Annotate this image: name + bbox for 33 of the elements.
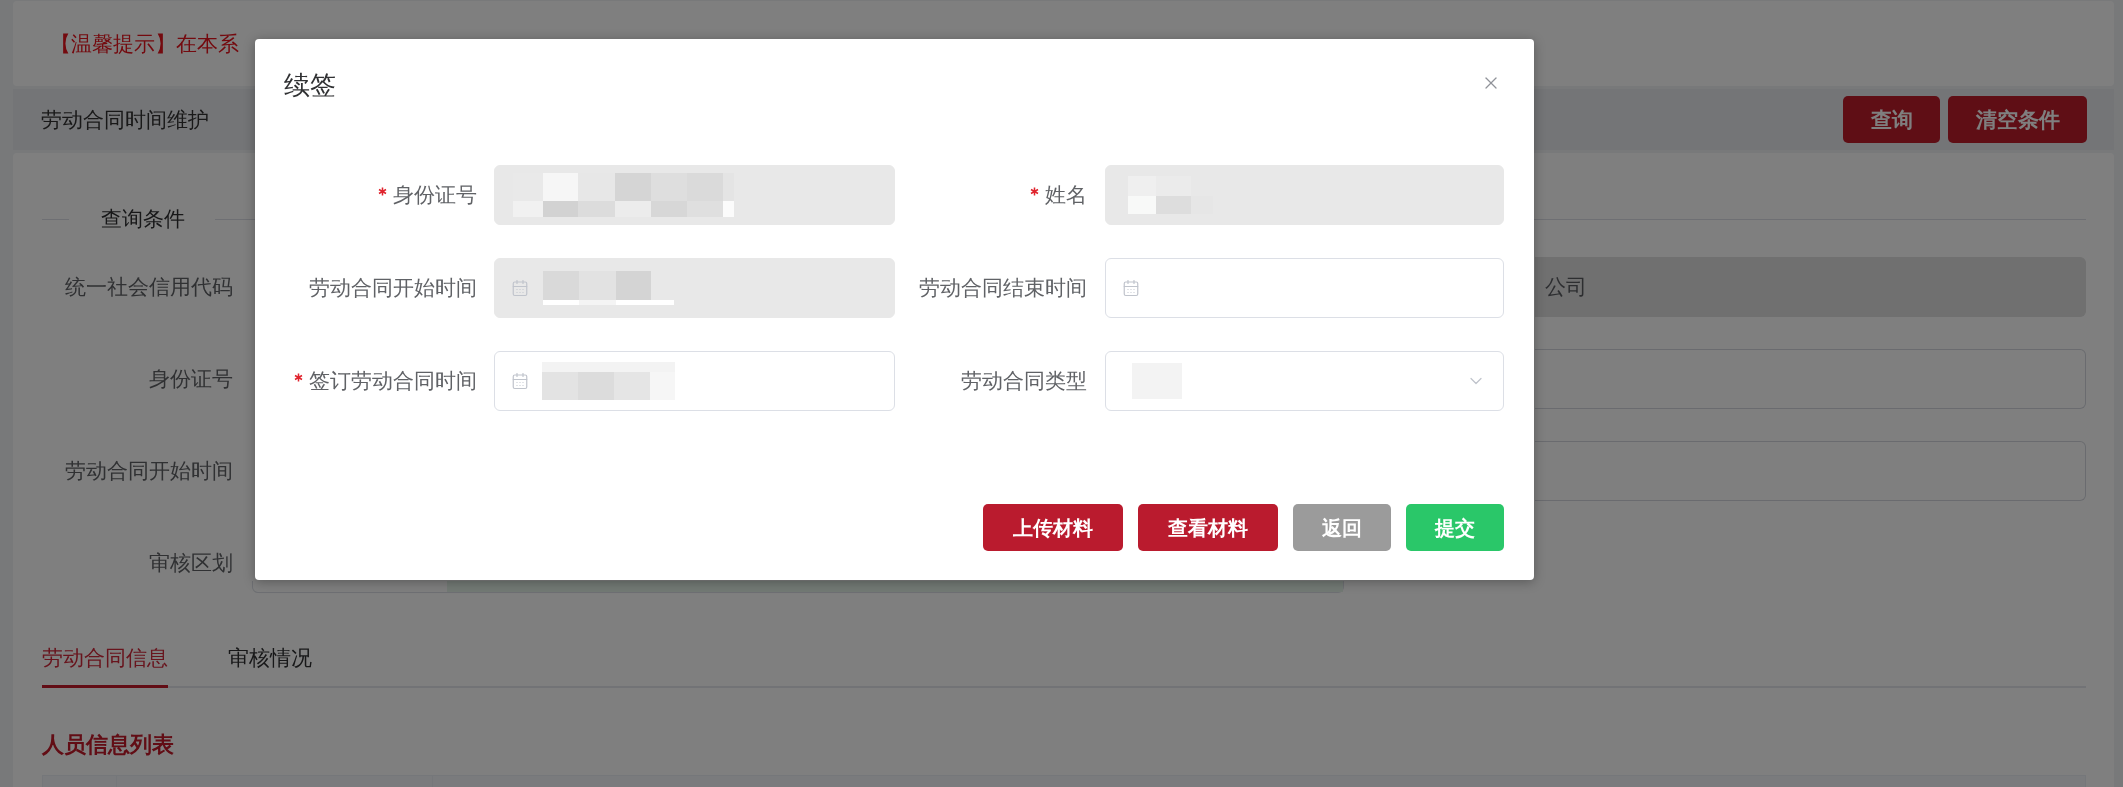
calendar-icon bbox=[1122, 279, 1140, 297]
page-title: 劳动合同时间维护 bbox=[41, 106, 209, 133]
field-label: 劳动合同开始时间 bbox=[309, 275, 477, 302]
dialog-title: 续签 bbox=[284, 70, 336, 100]
header-button[interactable]: 清空条件 bbox=[1948, 96, 2087, 143]
text-field[interactable] bbox=[1535, 441, 2086, 501]
dialog-button[interactable]: 返回 bbox=[1293, 504, 1391, 551]
calendar-icon bbox=[511, 372, 529, 390]
notice-text: 【温馨提示】在本系 bbox=[50, 30, 239, 57]
tab[interactable]: 审核情况 bbox=[228, 643, 312, 688]
select-field[interactable] bbox=[252, 581, 1344, 593]
calendar-icon bbox=[511, 279, 529, 297]
form-label: 审核区划 bbox=[148, 550, 233, 577]
field-value: 公司 bbox=[1544, 274, 1587, 301]
dialog-button[interactable]: 上传材料 bbox=[983, 504, 1123, 551]
form-label: 劳动合同开始时间 bbox=[64, 458, 233, 485]
form-label: 身份证号 bbox=[148, 366, 233, 393]
header-button[interactable]: 查询 bbox=[1843, 96, 1940, 143]
date-field[interactable] bbox=[1105, 258, 1504, 318]
field-label: 身份证号 bbox=[393, 182, 477, 209]
field-label: 劳动合同类型 bbox=[961, 368, 1087, 395]
field-label: 劳动合同结束时间 bbox=[919, 275, 1087, 302]
dialog-button[interactable]: 查看材料 bbox=[1138, 504, 1278, 551]
field-label: 姓名 bbox=[1045, 182, 1087, 209]
dialog-button[interactable]: 提交 bbox=[1406, 504, 1504, 551]
tab[interactable]: 劳动合同信息 bbox=[42, 643, 168, 688]
date-field[interactable] bbox=[494, 351, 895, 411]
select-field[interactable] bbox=[1105, 351, 1504, 411]
section-title: 查询条件 bbox=[101, 206, 185, 233]
text-field[interactable] bbox=[1535, 349, 2086, 409]
form-label: 统一社会信用代码 bbox=[64, 274, 233, 301]
field-label: 签订劳动合同时间 bbox=[309, 368, 477, 395]
list-title: 人员信息列表 bbox=[42, 731, 175, 759]
